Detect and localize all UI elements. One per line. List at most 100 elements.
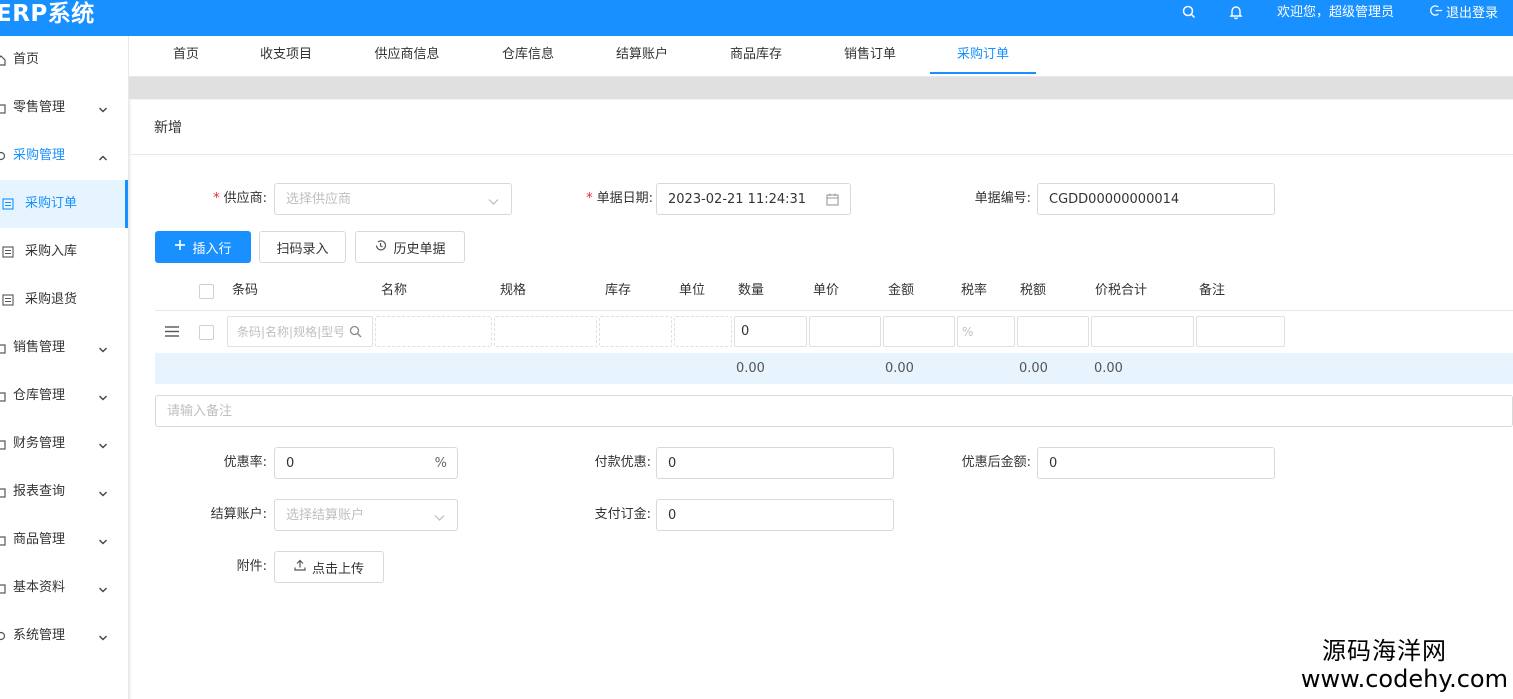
total-quantity: 0.00 — [736, 361, 765, 376]
scan-entry-button[interactable]: 扫码录入 — [259, 231, 346, 263]
logout-button[interactable]: 退出登录 — [1430, 4, 1498, 23]
payment-discount-label: 付款优惠: — [594, 455, 651, 470]
title-divider — [131, 154, 1513, 155]
reports-icon — [0, 486, 6, 498]
sidebar-subitem-purchase-in[interactable]: 采购入库 — [0, 228, 128, 276]
tab-bar: 首页 收支项目 供应商信息 仓库信息 结算账户 商品库存 销售订单 采购订单 — [129, 36, 1513, 77]
chevron-down-icon — [98, 103, 108, 113]
supplier-select[interactable]: 选择供应商 — [274, 183, 512, 215]
chevron-down-icon — [488, 195, 499, 210]
tab-suppliers[interactable]: 供应商信息 — [369, 36, 445, 72]
system-icon — [0, 630, 6, 642]
tab-sales-orders[interactable]: 销售订单 — [839, 36, 901, 72]
column-header: 价税合计 — [1095, 283, 1148, 298]
column-header: 金额 — [888, 283, 915, 298]
tax-rate-input[interactable]: % — [957, 316, 1015, 347]
search-icon[interactable] — [1181, 4, 1201, 24]
calendar-icon — [826, 193, 839, 210]
page-title: 新增 — [154, 120, 182, 136]
bell-icon[interactable] — [1228, 4, 1248, 24]
total-with-tax-input[interactable] — [1091, 316, 1194, 347]
barcode-search-input[interactable]: 条码|名称|规格|型号 — [227, 316, 373, 347]
deposit-label: 支付订金: — [594, 507, 651, 522]
sidebar-item-purchase[interactable]: 采购管理 — [0, 132, 128, 180]
tab-home[interactable]: 首页 — [169, 36, 203, 72]
tax-amount-input[interactable] — [1017, 316, 1089, 347]
sidebar: 首页 零售管理 采购管理 采购订单 采购入库 采购退货 销售管理 仓库管理 财务… — [0, 36, 129, 699]
chevron-down-icon — [98, 535, 108, 545]
chevron-down-icon — [98, 439, 108, 449]
tab-income-expense[interactable]: 收支项目 — [255, 36, 317, 72]
discount-rate-label: 优惠率: — [223, 455, 267, 470]
total-tax: 0.00 — [1019, 361, 1048, 376]
tab-warehouses[interactable]: 仓库信息 — [497, 36, 559, 72]
table-row: 条码|名称|规格|型号 0 % — [155, 311, 1513, 353]
sidebar-item-home[interactable]: 首页 — [0, 36, 128, 84]
column-header: 库存 — [605, 283, 632, 298]
history-button[interactable]: 历史单据 — [355, 231, 465, 263]
chevron-down-icon — [434, 511, 445, 526]
total-amount: 0.00 — [885, 361, 914, 376]
logout-label: 退出登录 — [1446, 5, 1499, 21]
unit-cell[interactable] — [674, 316, 732, 347]
tab-purchase-orders[interactable]: 采购订单 — [930, 36, 1036, 74]
tab-stock[interactable]: 商品库存 — [725, 36, 787, 72]
remark-cell-input[interactable] — [1196, 316, 1285, 347]
discount-rate-input[interactable]: 0 % — [274, 447, 458, 479]
after-discount-label: 优惠后金额: — [961, 455, 1031, 470]
column-header: 条码 — [232, 283, 259, 298]
account-select[interactable]: 选择结算账户 — [274, 499, 458, 531]
unit-price-input[interactable] — [809, 316, 881, 347]
purchase-icon — [0, 150, 6, 162]
total-with-tax: 0.00 — [1094, 361, 1123, 376]
sidebar-item-finance[interactable]: 财务管理 — [0, 420, 128, 468]
table-header: 条码 名称 规格 库存 单位 数量 单价 金额 税率 税额 价税合计 备注 — [155, 272, 1513, 311]
name-cell[interactable] — [375, 316, 492, 347]
deposit-input[interactable]: 0 — [656, 499, 894, 531]
sidebar-subitem-purchase-order[interactable]: 采购订单 — [0, 180, 128, 228]
stock-cell[interactable] — [599, 316, 672, 347]
spec-cell[interactable] — [494, 316, 597, 347]
document-icon — [2, 294, 14, 306]
tab-accounts[interactable]: 结算账户 — [611, 36, 673, 72]
column-header: 税额 — [1020, 283, 1047, 298]
after-discount-field[interactable]: 0 — [1037, 447, 1275, 479]
drag-handle-icon[interactable] — [165, 326, 179, 341]
column-header: 税率 — [961, 283, 988, 298]
column-header: 数量 — [738, 283, 765, 298]
column-header: 规格 — [500, 283, 527, 298]
supplier-label: * 供应商: — [213, 191, 267, 206]
select-all-checkbox[interactable] — [199, 284, 214, 299]
document-icon — [2, 198, 14, 210]
top-header: ERP系统 欢迎您，超级管理员 退出登录 — [0, 0, 1513, 36]
row-checkbox[interactable] — [199, 325, 214, 340]
amount-input[interactable] — [883, 316, 955, 347]
sidebar-subitem-purchase-return[interactable]: 采购退货 — [0, 276, 128, 324]
search-icon — [349, 325, 362, 342]
chevron-down-icon — [98, 631, 108, 641]
basic-data-icon — [0, 582, 6, 594]
sidebar-item-warehouse[interactable]: 仓库管理 — [0, 372, 128, 420]
sidebar-item-sales[interactable]: 销售管理 — [0, 324, 128, 372]
sidebar-item-reports[interactable]: 报表查询 — [0, 468, 128, 516]
chevron-down-icon — [98, 487, 108, 497]
column-header: 单价 — [813, 283, 840, 298]
logout-icon — [1430, 4, 1443, 23]
remark-input[interactable]: 请输入备注 — [155, 395, 1513, 427]
sidebar-item-retail[interactable]: 零售管理 — [0, 84, 128, 132]
number-label: 单据编号: — [974, 191, 1031, 206]
date-picker[interactable]: 2023-02-21 11:24:31 — [656, 183, 851, 215]
sales-icon — [0, 342, 6, 354]
quantity-input[interactable]: 0 — [734, 316, 807, 347]
form-card: 新增 * 供应商: 选择供应商 * 单据日期: 2023-02-21 11:24:3… — [131, 100, 1513, 699]
insert-row-button[interactable]: 插入行 — [155, 231, 251, 263]
plus-icon — [174, 239, 186, 255]
sidebar-item-products[interactable]: 商品管理 — [0, 516, 128, 564]
sidebar-item-system[interactable]: 系统管理 — [0, 612, 128, 660]
date-label: * 单据日期: — [586, 191, 653, 206]
welcome-text: 欢迎您，超级管理员 — [1277, 5, 1395, 20]
upload-button[interactable]: 点击上传 — [274, 551, 384, 583]
order-number-field[interactable]: CGDD00000000014 — [1037, 183, 1275, 215]
payment-discount-input[interactable]: 0 — [656, 447, 894, 479]
sidebar-item-basic-data[interactable]: 基本资料 — [0, 564, 128, 612]
